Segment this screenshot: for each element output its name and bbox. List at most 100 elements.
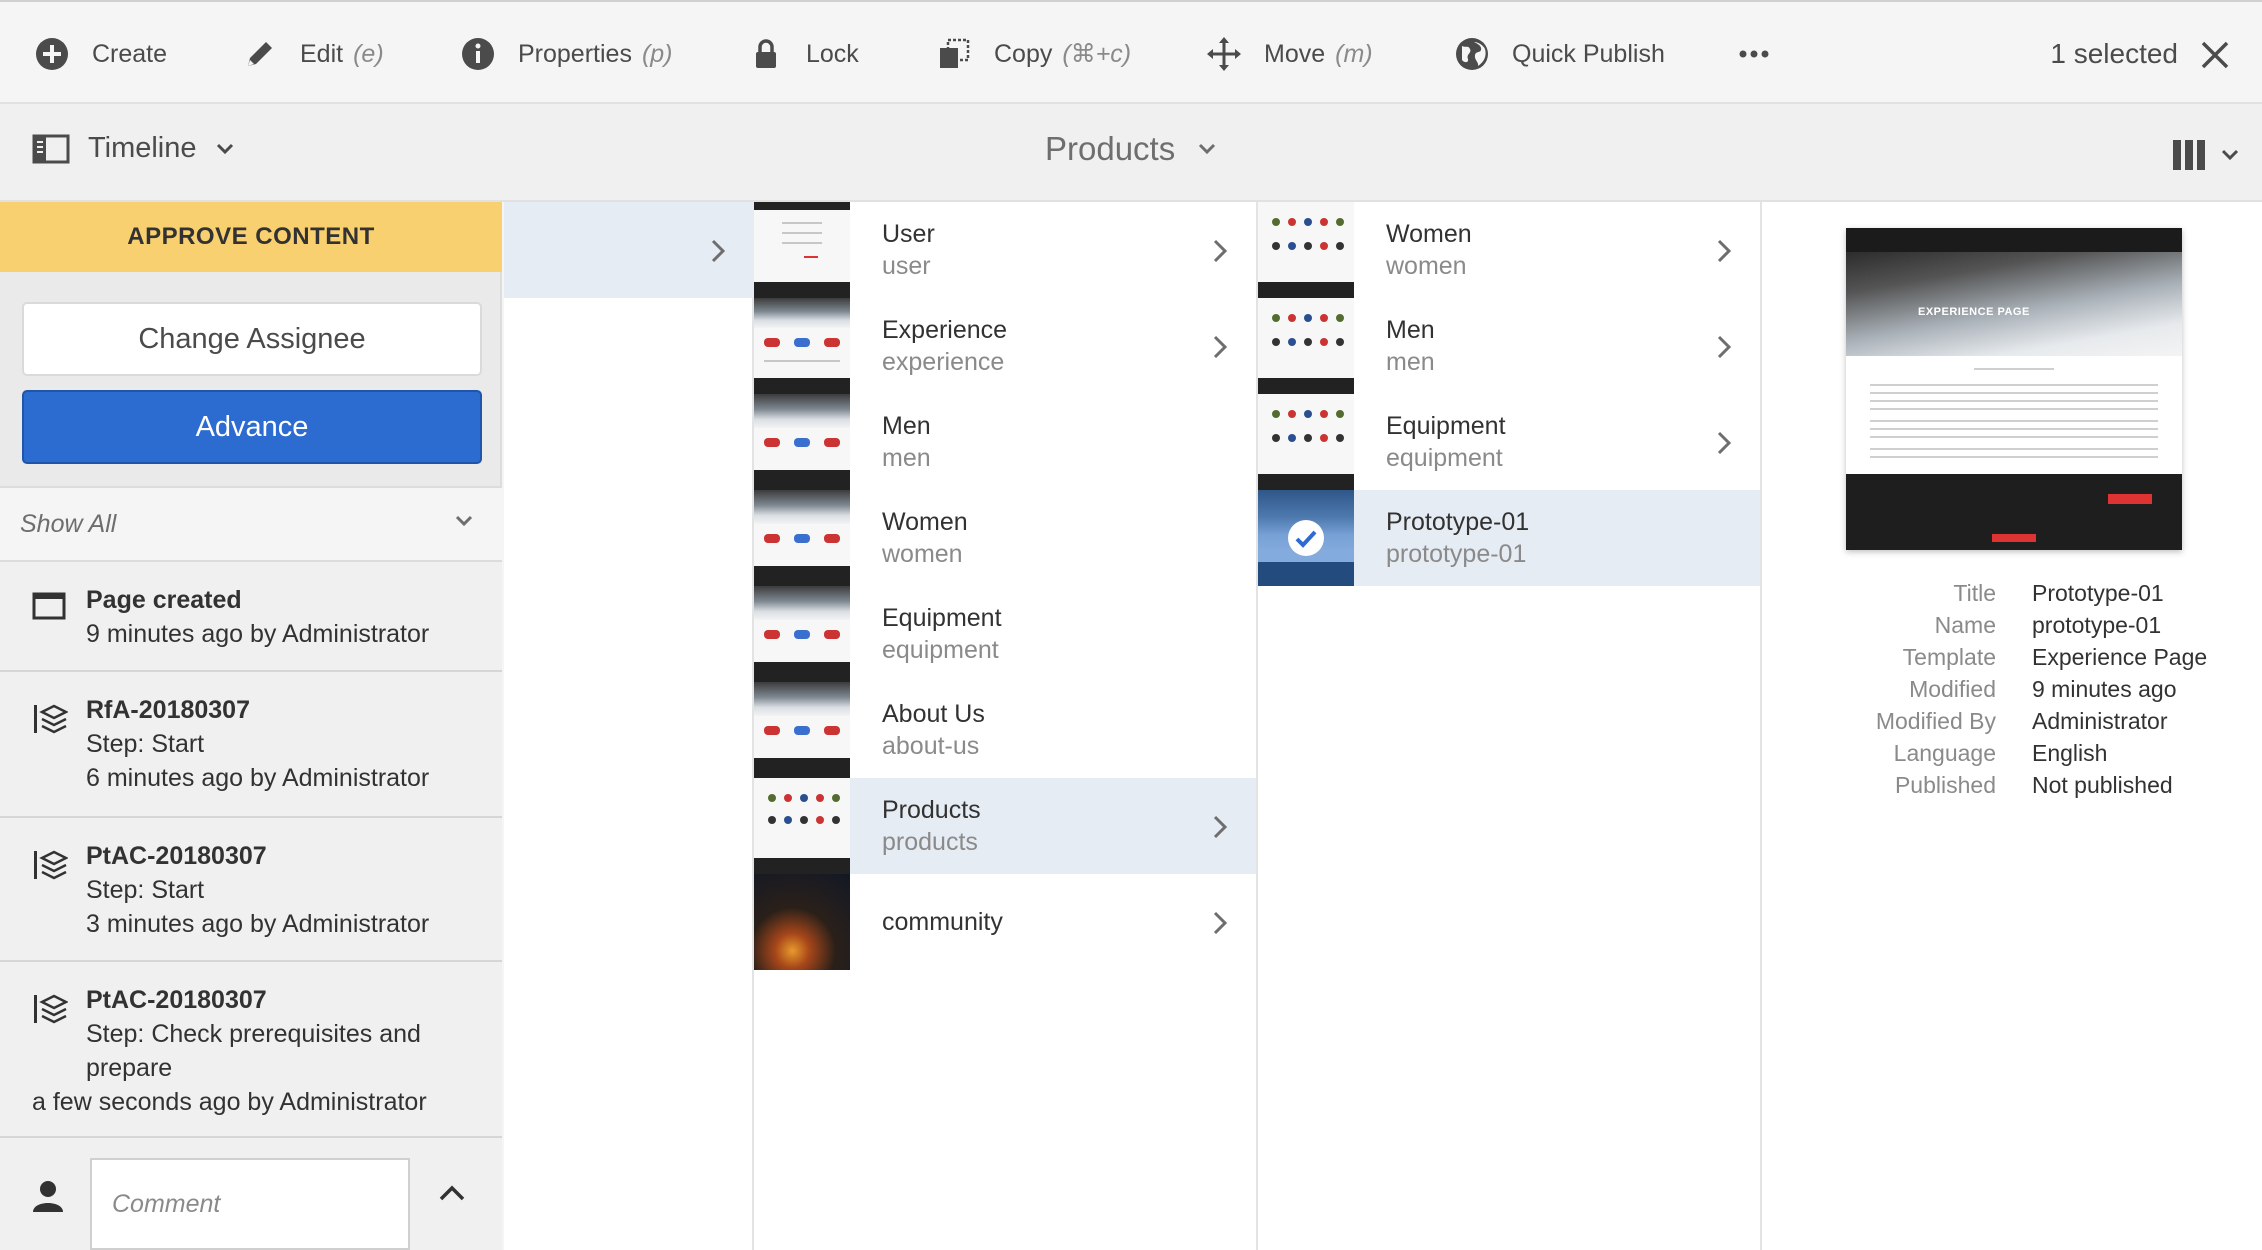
filter-value: Show All [20, 510, 117, 538]
timeline-item-title: Page created [86, 586, 242, 614]
page-thumbnail [1258, 202, 1354, 298]
property-label: Published [1894, 772, 1996, 798]
chevron-up-icon[interactable] [438, 1184, 466, 1202]
timeline-item[interactable]: Page created 9 minutes ago by Administra… [0, 562, 502, 672]
item-title: Products [882, 796, 981, 824]
quick-publish-button[interactable]: Quick Publish [1454, 32, 1665, 76]
column-root-selected-row[interactable] [504, 202, 754, 298]
column-view-icon [2173, 140, 2205, 170]
timeline-item[interactable]: PtAC-20180307 Step: Check prerequisites … [0, 962, 502, 1138]
close-icon[interactable] [2198, 38, 2232, 72]
property-label: Name [1934, 612, 1996, 638]
change-assignee-button[interactable]: Change Assignee [22, 302, 482, 376]
lock-button[interactable]: Lock [748, 32, 859, 76]
page-thumbnail [1258, 394, 1354, 490]
list-item-selected[interactable]: Prototype-01 prototype-01 [1258, 490, 1760, 586]
timeline-filter-select[interactable]: Show All [0, 486, 502, 562]
property-value: Prototype-01 [2032, 580, 2164, 606]
move-shortcut: (m) [1335, 39, 1373, 68]
page-thumbnail [1258, 298, 1354, 394]
item-title: Men [882, 412, 931, 440]
action-bar: Create Edit (e) Properties (p) Lock Copy… [0, 0, 2262, 104]
timeline-item[interactable]: PtAC-20180307 Step: Start 3 minutes ago … [0, 818, 502, 962]
list-item[interactable]: Men men [1258, 298, 1760, 394]
title-bar: Timeline Products [0, 104, 2262, 202]
globe-publish-icon [1456, 38, 1488, 70]
comment-input[interactable] [90, 1158, 410, 1250]
property-label: Template [1902, 644, 1996, 670]
advance-button[interactable]: Advance [22, 390, 482, 464]
lock-icon [756, 39, 776, 68]
list-item[interactable]: Women women [754, 490, 1256, 586]
preview-footer [1846, 474, 2182, 550]
item-title: Women [1386, 220, 1472, 248]
chevron-down-icon [2221, 149, 2239, 161]
item-name: about-us [882, 732, 980, 760]
item-title: About Us [882, 700, 985, 728]
property-value: Experience Page [2032, 644, 2208, 670]
move-label: Move [1264, 39, 1326, 68]
edit-button[interactable]: Edit (e) [242, 32, 384, 76]
item-name: women [1386, 252, 1467, 280]
more-icon [1739, 50, 1769, 58]
chevron-right-icon [1717, 431, 1732, 455]
workflow-icon [34, 704, 68, 734]
property-row: Template Experience Page [1762, 644, 2262, 676]
page-thumbnail [754, 874, 850, 970]
page-thumbnail [754, 394, 850, 490]
property-value: Not published [2032, 772, 2173, 798]
list-item[interactable]: Women women [1258, 202, 1760, 298]
item-title: User [882, 220, 935, 248]
workflow-icon [34, 850, 68, 880]
page-thumbnail [1258, 490, 1354, 586]
list-item[interactable]: Equipment equipment [1258, 394, 1760, 490]
timeline-rail: APPROVE CONTENT Change Assignee Advance … [0, 202, 502, 1250]
copy-button[interactable]: Copy (⌘+c) [936, 32, 1131, 76]
page-icon [32, 592, 66, 620]
item-title: Prototype-01 [1386, 508, 1530, 536]
item-name: equipment [882, 636, 999, 664]
pencil-icon [248, 42, 272, 66]
timeline-item[interactable]: RfA-20180307 Step: Start 6 minutes ago b… [0, 672, 502, 818]
rail-selector-label: Timeline [88, 132, 197, 164]
view-switcher[interactable] [2172, 138, 2240, 172]
rail-selector[interactable]: Timeline [32, 132, 253, 165]
list-item[interactable]: Equipment equipment [754, 586, 1256, 682]
create-label: Create [92, 39, 168, 68]
check-circle-icon[interactable] [1286, 518, 1326, 558]
item-name: user [882, 252, 931, 280]
property-label: Modified By [1875, 708, 1996, 734]
list-item[interactable]: Men men [754, 394, 1256, 490]
timeline-item-detail: 3 minutes ago by Administrator [86, 910, 430, 938]
list-item[interactable]: Experience experience [754, 298, 1256, 394]
comment-bar [0, 1138, 502, 1250]
property-row: Language English [1762, 740, 2262, 772]
item-title: Women [882, 508, 968, 536]
list-item[interactable]: About Us about-us [754, 682, 1256, 778]
selection-count: 1 selected [2050, 38, 2178, 69]
more-button[interactable] [1736, 32, 1772, 76]
list-item[interactable]: User user [754, 202, 1256, 298]
chevron-right-icon [1213, 335, 1228, 359]
property-label: Title [1953, 580, 1996, 606]
location-title[interactable]: Products [1045, 130, 1217, 168]
timeline-item-step: Step: Check prerequisites and [86, 1020, 421, 1048]
column-site: User user Experience experience Men men [754, 202, 1258, 1250]
move-button[interactable]: Move (m) [1206, 32, 1373, 76]
chevron-right-icon [1213, 911, 1228, 935]
preview-hero: EXPERIENCE PAGE [1846, 252, 2182, 356]
item-title: Experience [882, 316, 1008, 344]
list-item-selected[interactable]: Products products [754, 778, 1256, 874]
item-title: Equipment [882, 604, 1002, 632]
create-button[interactable]: Create [34, 32, 167, 76]
property-label: Modified [1909, 676, 1996, 702]
page-thumbnail [754, 586, 850, 682]
property-row: Modified 9 minutes ago [1762, 676, 2262, 708]
timeline-item-title: RfA-20180307 [86, 696, 250, 724]
properties-button[interactable]: Properties (p) [460, 32, 673, 76]
edit-label: Edit [300, 39, 344, 68]
list-item[interactable]: community [754, 874, 1256, 970]
chevron-right-icon [1213, 815, 1228, 839]
item-title: Men [1386, 316, 1435, 344]
timeline-item-title: PtAC-20180307 [86, 986, 267, 1014]
